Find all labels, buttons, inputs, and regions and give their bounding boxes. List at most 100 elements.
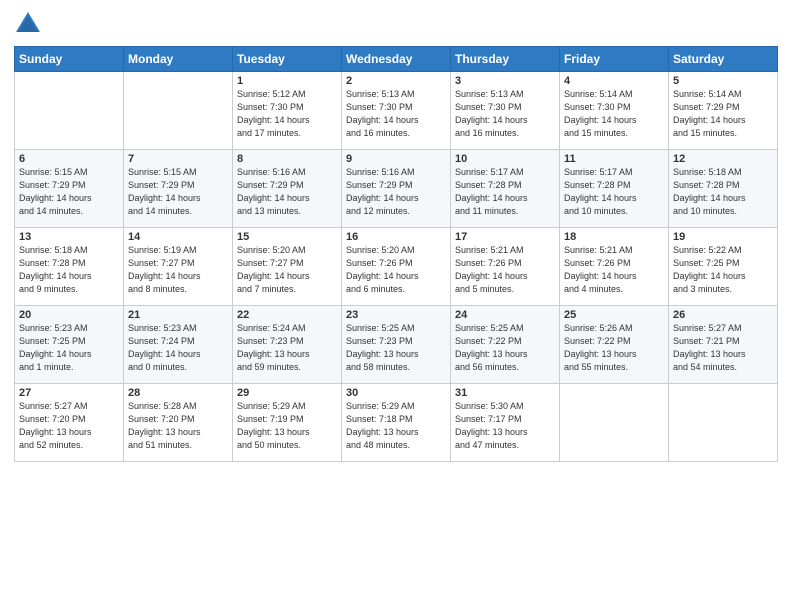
day-number: 28 (128, 387, 228, 399)
day-info: Sunrise: 5:25 AMSunset: 7:22 PMDaylight:… (455, 323, 528, 372)
day-number: 16 (346, 231, 446, 243)
table-row: 9 Sunrise: 5:16 AMSunset: 7:29 PMDaylight… (342, 150, 451, 228)
day-number: 27 (19, 387, 119, 399)
day-info: Sunrise: 5:27 AMSunset: 7:20 PMDaylight:… (19, 401, 92, 450)
table-row: 14 Sunrise: 5:19 AMSunset: 7:27 PMDayligh… (124, 228, 233, 306)
day-info: Sunrise: 5:21 AMSunset: 7:26 PMDaylight:… (564, 245, 637, 294)
day-info: Sunrise: 5:24 AMSunset: 7:23 PMDaylight:… (237, 323, 310, 372)
day-number: 6 (19, 153, 119, 165)
day-number: 25 (564, 309, 664, 321)
day-info: Sunrise: 5:12 AMSunset: 7:30 PMDaylight:… (237, 89, 310, 138)
table-row: 19Sunrise: 5:22 AMSunset: 7:25 PMDayligh… (669, 228, 778, 306)
page: Sunday Monday Tuesday Wednesday Thursday… (0, 0, 792, 612)
calendar-week-row: 13 Sunrise: 5:18 AMSunset: 7:28 PMDayligh… (15, 228, 778, 306)
table-row: 15Sunrise: 5:20 AMSunset: 7:27 PMDayligh… (233, 228, 342, 306)
day-info: Sunrise: 5:23 AMSunset: 7:25 PMDaylight:… (19, 323, 92, 372)
day-info: Sunrise: 5:14 AMSunset: 7:29 PMDaylight:… (673, 89, 746, 138)
table-row: 31 Sunrise: 5:30 AMSunset: 7:17 PMDayligh… (451, 384, 560, 462)
day-info: Sunrise: 5:23 AMSunset: 7:24 PMDaylight:… (128, 323, 201, 372)
table-row: 21Sunrise: 5:23 AMSunset: 7:24 PMDayligh… (124, 306, 233, 384)
day-number: 26 (673, 309, 773, 321)
day-info: Sunrise: 5:26 AMSunset: 7:22 PMDaylight:… (564, 323, 637, 372)
day-info: Sunrise: 5:13 AMSunset: 7:30 PMDaylight:… (455, 89, 528, 138)
col-sunday: Sunday (15, 47, 124, 72)
table-row: 12 Sunrise: 5:18 AMSunset: 7:28 PMDayligh… (669, 150, 778, 228)
table-row: 30 Sunrise: 5:29 AMSunset: 7:18 PMDayligh… (342, 384, 451, 462)
day-info: Sunrise: 5:29 AMSunset: 7:19 PMDaylight:… (237, 401, 310, 450)
calendar-body: 1 Sunrise: 5:12 AMSunset: 7:30 PMDaylight… (15, 72, 778, 462)
table-row: 8 Sunrise: 5:16 AMSunset: 7:29 PMDaylight… (233, 150, 342, 228)
table-row: 5 Sunrise: 5:14 AMSunset: 7:29 PMDaylight… (669, 72, 778, 150)
day-number: 13 (19, 231, 119, 243)
logo-icon (14, 10, 42, 38)
table-row: 16 Sunrise: 5:20 AMSunset: 7:26 PMDayligh… (342, 228, 451, 306)
day-info: Sunrise: 5:16 AMSunset: 7:29 PMDaylight:… (237, 167, 310, 216)
table-row: 18 Sunrise: 5:21 AMSunset: 7:26 PMDayligh… (560, 228, 669, 306)
table-row: 24 Sunrise: 5:25 AMSunset: 7:22 PMDayligh… (451, 306, 560, 384)
day-info: Sunrise: 5:18 AMSunset: 7:28 PMDaylight:… (19, 245, 92, 294)
day-number: 30 (346, 387, 446, 399)
day-number: 17 (455, 231, 555, 243)
calendar-table: Sunday Monday Tuesday Wednesday Thursday… (14, 46, 778, 462)
calendar-header-row: Sunday Monday Tuesday Wednesday Thursday… (15, 47, 778, 72)
table-row (15, 72, 124, 150)
day-number: 18 (564, 231, 664, 243)
day-number: 2 (346, 75, 446, 87)
calendar-week-row: 1 Sunrise: 5:12 AMSunset: 7:30 PMDaylight… (15, 72, 778, 150)
header (14, 10, 778, 38)
day-info: Sunrise: 5:20 AMSunset: 7:27 PMDaylight:… (237, 245, 310, 294)
table-row (669, 384, 778, 462)
table-row: 23Sunrise: 5:25 AMSunset: 7:23 PMDayligh… (342, 306, 451, 384)
table-row: 27 Sunrise: 5:27 AMSunset: 7:20 PMDayligh… (15, 384, 124, 462)
day-info: Sunrise: 5:15 AMSunset: 7:29 PMDaylight:… (19, 167, 92, 216)
col-monday: Monday (124, 47, 233, 72)
day-info: Sunrise: 5:20 AMSunset: 7:26 PMDaylight:… (346, 245, 419, 294)
calendar-week-row: 6 Sunrise: 5:15 AMSunset: 7:29 PMDaylight… (15, 150, 778, 228)
day-number: 9 (346, 153, 446, 165)
calendar-week-row: 27 Sunrise: 5:27 AMSunset: 7:20 PMDayligh… (15, 384, 778, 462)
day-number: 5 (673, 75, 773, 87)
day-number: 29 (237, 387, 337, 399)
col-saturday: Saturday (669, 47, 778, 72)
table-row: 26Sunrise: 5:27 AMSunset: 7:21 PMDayligh… (669, 306, 778, 384)
day-info: Sunrise: 5:22 AMSunset: 7:25 PMDaylight:… (673, 245, 746, 294)
calendar-week-row: 20 Sunrise: 5:23 AMSunset: 7:25 PMDayligh… (15, 306, 778, 384)
day-number: 11 (564, 153, 664, 165)
day-info: Sunrise: 5:16 AMSunset: 7:29 PMDaylight:… (346, 167, 419, 216)
day-info: Sunrise: 5:15 AMSunset: 7:29 PMDaylight:… (128, 167, 201, 216)
table-row: 3 Sunrise: 5:13 AMSunset: 7:30 PMDaylight… (451, 72, 560, 150)
day-info: Sunrise: 5:13 AMSunset: 7:30 PMDaylight:… (346, 89, 419, 138)
table-row: 28Sunrise: 5:28 AMSunset: 7:20 PMDayligh… (124, 384, 233, 462)
day-number: 20 (19, 309, 119, 321)
day-number: 12 (673, 153, 773, 165)
table-row: 6 Sunrise: 5:15 AMSunset: 7:29 PMDaylight… (15, 150, 124, 228)
day-info: Sunrise: 5:30 AMSunset: 7:17 PMDaylight:… (455, 401, 528, 450)
day-info: Sunrise: 5:17 AMSunset: 7:28 PMDaylight:… (455, 167, 528, 216)
day-number: 3 (455, 75, 555, 87)
table-row: 1 Sunrise: 5:12 AMSunset: 7:30 PMDaylight… (233, 72, 342, 150)
day-info: Sunrise: 5:29 AMSunset: 7:18 PMDaylight:… (346, 401, 419, 450)
table-row (560, 384, 669, 462)
day-number: 14 (128, 231, 228, 243)
day-number: 7 (128, 153, 228, 165)
col-friday: Friday (560, 47, 669, 72)
day-info: Sunrise: 5:19 AMSunset: 7:27 PMDaylight:… (128, 245, 201, 294)
day-number: 24 (455, 309, 555, 321)
day-number: 10 (455, 153, 555, 165)
day-info: Sunrise: 5:21 AMSunset: 7:26 PMDaylight:… (455, 245, 528, 294)
table-row: 10 Sunrise: 5:17 AMSunset: 7:28 PMDayligh… (451, 150, 560, 228)
day-info: Sunrise: 5:14 AMSunset: 7:30 PMDaylight:… (564, 89, 637, 138)
table-row: 7 Sunrise: 5:15 AMSunset: 7:29 PMDaylight… (124, 150, 233, 228)
table-row: 17 Sunrise: 5:21 AMSunset: 7:26 PMDayligh… (451, 228, 560, 306)
day-number: 8 (237, 153, 337, 165)
logo (14, 10, 46, 38)
table-row (124, 72, 233, 150)
table-row: 20 Sunrise: 5:23 AMSunset: 7:25 PMDayligh… (15, 306, 124, 384)
day-number: 1 (237, 75, 337, 87)
table-row: 29 Sunrise: 5:29 AMSunset: 7:19 PMDayligh… (233, 384, 342, 462)
day-number: 22 (237, 309, 337, 321)
table-row: 25 Sunrise: 5:26 AMSunset: 7:22 PMDayligh… (560, 306, 669, 384)
day-number: 4 (564, 75, 664, 87)
day-info: Sunrise: 5:18 AMSunset: 7:28 PMDaylight:… (673, 167, 746, 216)
day-number: 31 (455, 387, 555, 399)
